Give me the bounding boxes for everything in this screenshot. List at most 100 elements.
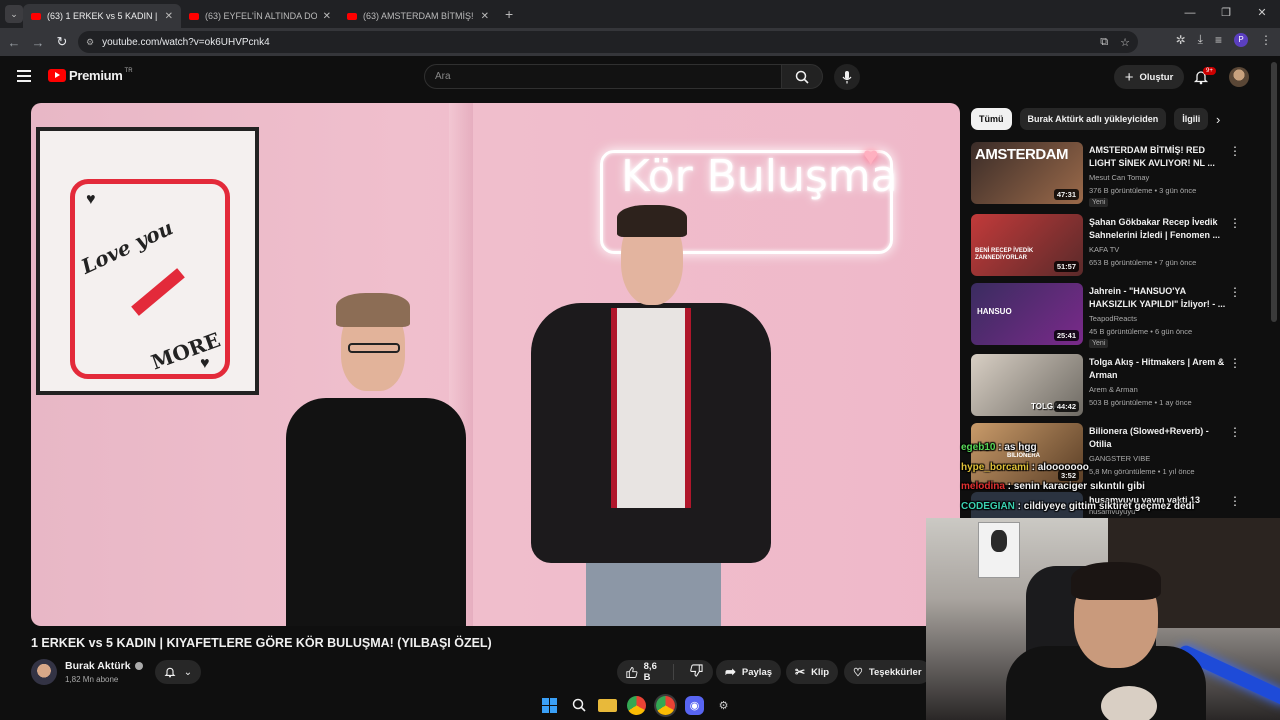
recommendation-item[interactable]: TOLGA 44:42 Tolga Akış - Hitmakers | Are…	[971, 354, 1261, 416]
video-player[interactable]: ♥ ♥ Love you MORE Kör Buluşma ♥	[31, 103, 960, 626]
back-button[interactable]: ←	[2, 35, 26, 50]
downloads-icon[interactable]: ⤓	[1198, 32, 1203, 47]
video-thumbnail[interactable]: TOLGA 44:42	[971, 354, 1083, 416]
address-bar-row: ← → ↻ ⚙ youtube.com/watch?v=ok6UHVPcnk4 …	[0, 28, 1280, 56]
more-options-icon[interactable]: ⋮	[1229, 425, 1241, 439]
recommendation-item[interactable]: HANSUO 25:41 Jahrein - "HANSUO'YA HAKSIZ…	[971, 283, 1261, 348]
chat-text: cildiyeye gittim siktiret geçmez dedi	[1023, 500, 1195, 512]
chrome-active-icon[interactable]	[656, 695, 675, 715]
forward-button[interactable]: →	[26, 35, 50, 50]
thanks-button[interactable]: ♡ Teşekkürler	[844, 660, 931, 684]
love-you-more-poster: ♥ ♥ Love you MORE	[36, 127, 259, 395]
browser-tab-2[interactable]: (63) EYFEL'İN ALTINDA DOLANDIRILMAK ✕	[181, 4, 339, 28]
url-field[interactable]: ⚙ youtube.com/watch?v=ok6UHVPcnk4 ⧉ ☆	[78, 31, 1138, 53]
page-scrollbar[interactable]	[1271, 62, 1277, 322]
channel-avatar[interactable]	[31, 659, 57, 685]
subscription-bell-button[interactable]: ⌄	[155, 660, 201, 684]
more-options-icon[interactable]: ⋮	[1229, 494, 1241, 508]
more-options-icon[interactable]: ⋮	[1229, 144, 1241, 158]
like-button[interactable]: 8,6 B	[617, 661, 674, 683]
create-button[interactable]: + Oluştur	[1114, 65, 1184, 89]
close-tab-icon[interactable]: ✕	[481, 11, 489, 22]
chat-message: melodina : senin karaciger sıkıntılı gib…	[961, 477, 1194, 497]
install-app-icon[interactable]: ⧉	[1100, 36, 1108, 49]
extensions-icon[interactable]: ✲	[1176, 33, 1186, 47]
scissors-icon: ✂	[795, 665, 806, 679]
maximize-button[interactable]: ❐	[1208, 0, 1244, 28]
window-controls: — ❐ ✕	[1172, 0, 1280, 28]
close-window-button[interactable]: ✕	[1244, 0, 1280, 28]
minimize-button[interactable]: —	[1172, 0, 1208, 28]
dislike-button[interactable]	[680, 664, 713, 680]
browser-tab-3[interactable]: (63) AMSTERDAM BİTMİŞ! RED LIGHT ✕	[339, 4, 497, 28]
thanks-heart-icon: ♡	[853, 666, 863, 679]
close-tab-icon[interactable]: ✕	[165, 11, 173, 22]
more-options-icon[interactable]: ⋮	[1229, 216, 1241, 230]
more-options-icon[interactable]: ⋮	[1229, 356, 1241, 370]
recommendation-item[interactable]: AMSTERDAM 47:31 AMSTERDAM BİTMİŞ! RED LI…	[971, 142, 1261, 207]
reload-button[interactable]: ↻	[50, 34, 74, 50]
menu-icon[interactable]	[17, 70, 31, 85]
reading-list-icon[interactable]: ≡	[1215, 33, 1222, 47]
recommendation-meta: 653 B görüntüleme • 7 gün önce	[1089, 258, 1197, 267]
voice-search-button[interactable]	[834, 64, 860, 90]
country-code: TR	[124, 67, 133, 74]
youtube-logo[interactable]: Premium TR	[48, 68, 133, 83]
new-tab-button[interactable]: +	[505, 6, 513, 22]
clip-button[interactable]: ✂ Klip	[786, 660, 839, 684]
settings-icon[interactable]: ⚙	[714, 696, 733, 715]
taskbar: ◉ ⚙	[540, 692, 733, 718]
thumbs-down-icon	[690, 664, 703, 677]
search-placeholder: Ara	[435, 71, 451, 82]
youtube-favicon-icon	[31, 12, 41, 20]
video-title: 1 ERKEK vs 5 KADIN | KIYAFETLERE GÖRE KÖ…	[31, 636, 492, 650]
url-text: youtube.com/watch?v=ok6UHVPcnk4	[102, 36, 270, 48]
recommendation-item[interactable]: BENİ RECEP İVEDİK ZANNEDİYORLAR 51:57 Şa…	[971, 214, 1261, 276]
new-badge: Yeni	[1089, 339, 1109, 348]
subscriber-count: 1,82 Mn abone	[65, 675, 119, 684]
chevron-right-icon[interactable]: ›	[1216, 112, 1220, 127]
neon-sign-text: Kör Buluşma	[621, 151, 898, 202]
close-tab-icon[interactable]: ✕	[323, 11, 331, 22]
discord-icon[interactable]: ◉	[685, 695, 704, 715]
search-button[interactable]	[781, 64, 823, 89]
video-thumbnail[interactable]: AMSTERDAM 47:31	[971, 142, 1083, 204]
chat-username: CODEGIAN	[961, 500, 1015, 512]
video-thumbnail[interactable]: BENİ RECEP İVEDİK ZANNEDİYORLAR 51:57	[971, 214, 1083, 276]
chip-related[interactable]: İlgili	[1174, 108, 1209, 130]
chat-separator: :	[1028, 461, 1038, 473]
chat-username: egeb10	[961, 442, 996, 453]
youtube-header: Premium TR Ara + Oluştur 9+	[0, 56, 1280, 98]
site-info-icon[interactable]: ⚙	[86, 37, 94, 48]
recommendation-channel: Mesut Can Tomay	[1089, 173, 1150, 182]
recommendation-channel: Arem & Arman	[1089, 385, 1138, 394]
video-thumbnail[interactable]: HANSUO 25:41	[971, 283, 1083, 345]
recommendation-meta: 376 B görüntüleme • 3 gün önce	[1089, 186, 1197, 195]
profile-avatar[interactable]: P	[1234, 32, 1248, 47]
more-options-icon[interactable]: ⋮	[1229, 285, 1241, 299]
browser-tab-bar: ⌄ (63) 1 ERKEK vs 5 KADIN | KIYAFETLERE …	[0, 0, 1280, 28]
file-explorer-icon[interactable]	[598, 698, 617, 712]
share-arrow-icon: ➦	[725, 664, 736, 679]
chat-separator: :	[1004, 481, 1014, 492]
webcam-overlay	[926, 518, 1280, 720]
browser-tab-1[interactable]: (63) 1 ERKEK vs 5 KADIN | KIYAFETLERE GÖ…	[23, 4, 181, 28]
logo-text: Premium	[69, 68, 123, 83]
taskbar-search-icon[interactable]	[569, 696, 588, 715]
chip-all[interactable]: Tümü	[971, 108, 1012, 130]
channel-name[interactable]: Burak Aktürk	[65, 660, 143, 672]
thumbs-up-icon	[626, 666, 638, 678]
youtube-favicon-icon	[347, 12, 357, 20]
search-input[interactable]: Ara	[424, 64, 782, 89]
tab-title: (63) EYFEL'İN ALTINDA DOLANDIRILMAK	[205, 11, 317, 21]
windows-start-icon[interactable]	[540, 696, 559, 715]
tab-search-button[interactable]: ⌄	[5, 5, 23, 23]
recommendation-channel: KAFA TV	[1089, 245, 1120, 254]
bell-icon	[164, 667, 176, 678]
browser-menu-icon[interactable]: ⋮	[1260, 33, 1272, 47]
chrome-icon[interactable]	[627, 695, 646, 715]
chip-from-uploader[interactable]: Burak Aktürk adlı yükleyiciden	[1019, 108, 1167, 130]
bookmark-star-icon[interactable]: ☆	[1120, 36, 1130, 49]
share-button[interactable]: ➦ Paylaş	[716, 660, 782, 684]
account-avatar[interactable]	[1229, 67, 1249, 87]
